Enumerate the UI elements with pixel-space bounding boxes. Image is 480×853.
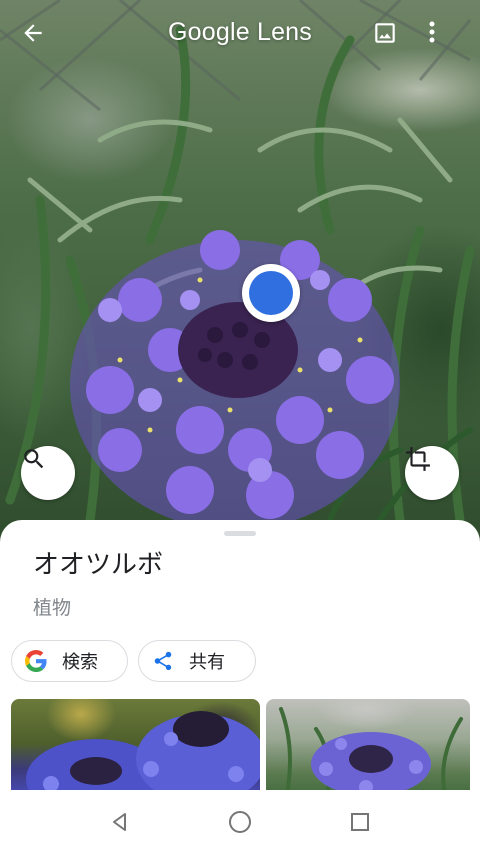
crop-button[interactable] xyxy=(405,446,459,500)
app-title: Google Lens xyxy=(168,18,312,46)
share-chip-button[interactable]: 共有 xyxy=(138,640,256,682)
nav-home-icon xyxy=(229,811,251,833)
nav-back-icon xyxy=(113,813,126,831)
more-options-button[interactable] xyxy=(428,20,456,56)
result-image-2-drawing xyxy=(279,707,463,790)
result-image-2[interactable] xyxy=(266,699,470,790)
image-icon xyxy=(375,23,395,43)
system-navigation-bar xyxy=(0,790,480,853)
more-vert-icon xyxy=(429,21,435,43)
search-chip-label: 検索 xyxy=(62,652,98,673)
result-image-1[interactable] xyxy=(11,699,260,790)
focus-point-dot[interactable] xyxy=(242,264,300,322)
share-icon xyxy=(151,649,175,673)
search-icon xyxy=(24,449,44,469)
result-title: オオツルボ xyxy=(33,550,164,580)
camera-photo[interactable]: Google Lens xyxy=(0,0,480,560)
search-chip-button[interactable]: 検索 xyxy=(11,640,128,682)
search-button[interactable] xyxy=(21,446,75,500)
gallery-button[interactable] xyxy=(372,20,408,56)
focus-point-inner xyxy=(249,271,293,315)
nav-recents-icon xyxy=(351,813,369,831)
result-category: 植物 xyxy=(33,597,72,619)
nav-back-button[interactable] xyxy=(102,804,138,840)
crop-icon xyxy=(406,447,430,471)
sheet-drag-handle[interactable] xyxy=(224,531,256,536)
results-sheet[interactable]: オオツルボ 植物 検索 共有 xyxy=(0,520,480,790)
google-g-icon xyxy=(24,649,48,673)
result-image-1-drawing xyxy=(26,711,260,790)
nav-home-button[interactable] xyxy=(222,804,258,840)
nav-recents-button[interactable] xyxy=(342,804,378,840)
top-bar: Google Lens xyxy=(0,0,480,72)
share-chip-label: 共有 xyxy=(189,652,225,673)
